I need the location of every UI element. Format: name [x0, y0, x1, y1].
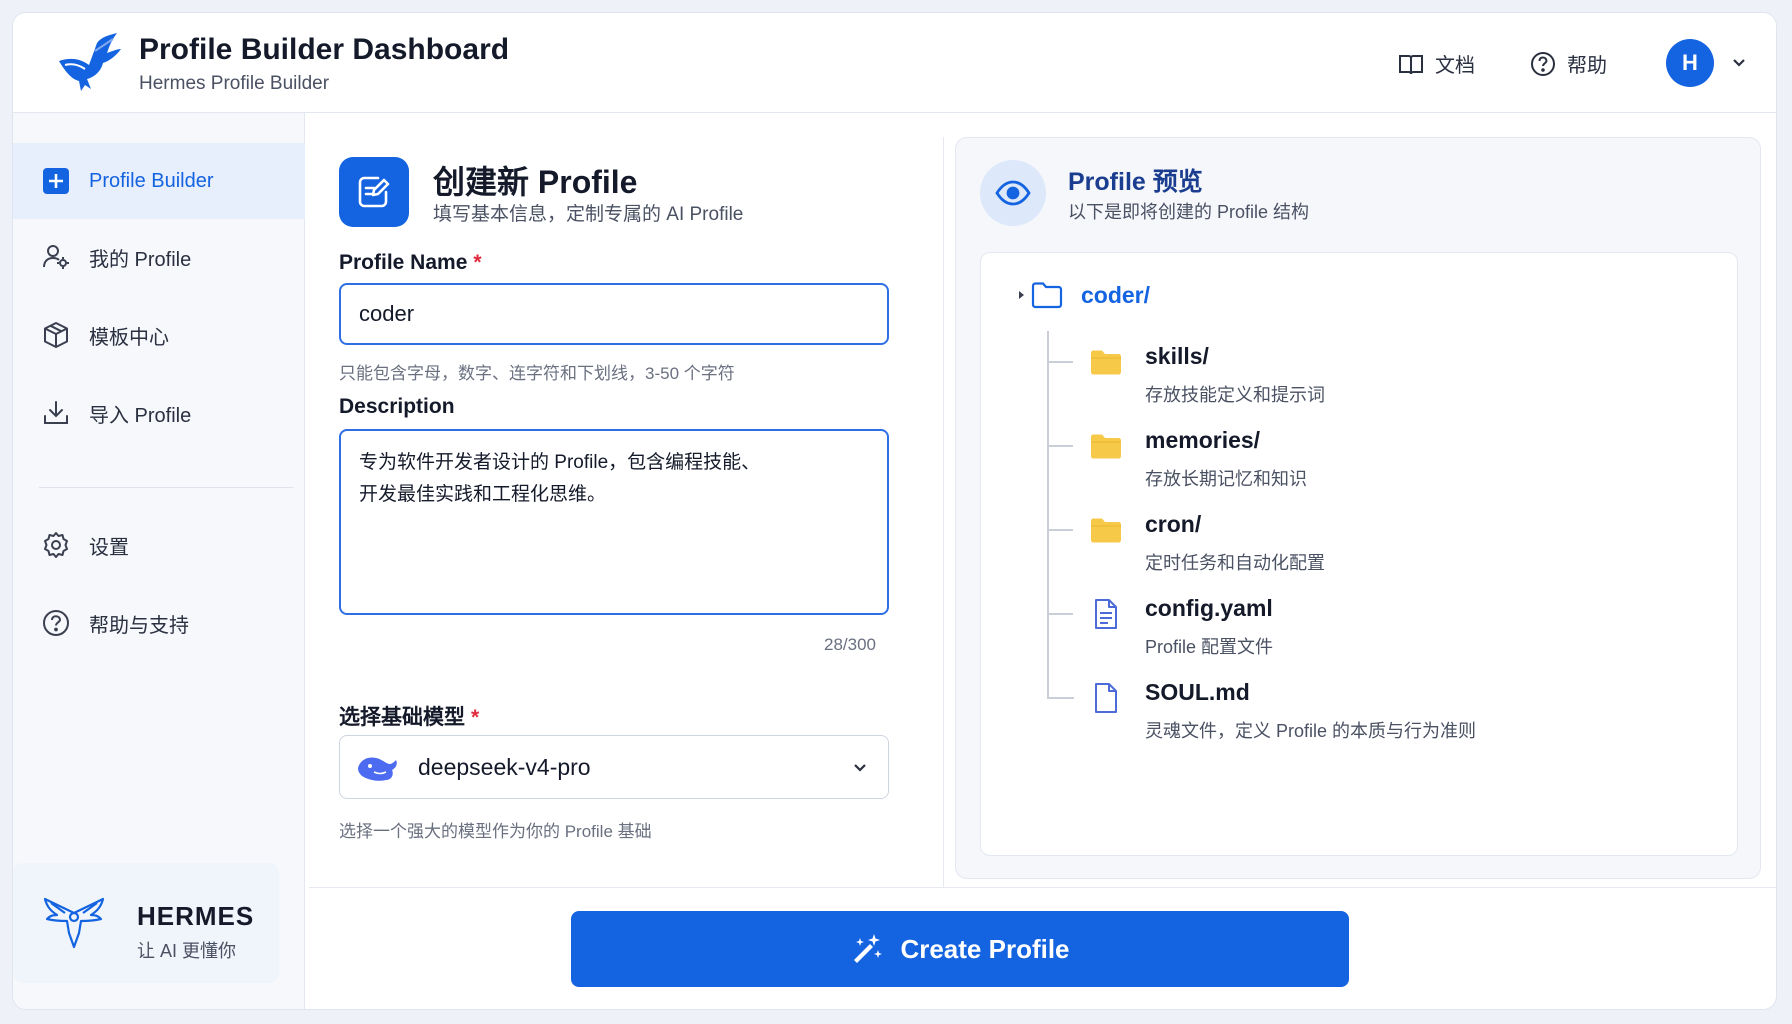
tree-root-folder[interactable]: coder/	[1015, 281, 1150, 309]
folder-icon	[1091, 350, 1121, 375]
folder-outline-icon	[1031, 282, 1063, 309]
base-model-label-text: 选择基础模型	[339, 706, 465, 729]
deepseek-whale-icon	[358, 757, 397, 781]
brand-card: HERMES 让 AI 更懂你	[13, 863, 279, 983]
base-model-select[interactable]: deepseek-v4-pro	[339, 735, 889, 799]
profile-name-label: Profile Name *	[339, 251, 482, 275]
tree-branch-line	[1047, 445, 1073, 447]
sidebar-item-label: 设置	[89, 536, 129, 559]
sidebar-item-my-profile[interactable]: 我的 Profile	[13, 219, 305, 295]
profile-name-hint: 只能包含字母，数字、连字符和下划线，3-50 个字符	[339, 364, 735, 383]
create-profile-button[interactable]: Create Profile	[571, 911, 1349, 987]
form-subtitle: 填写基本信息，定制专属的 AI Profile	[433, 204, 744, 225]
import-icon	[44, 401, 68, 424]
description-char-counter: 28/300	[824, 635, 876, 654]
sidebar-item-templates[interactable]: 模板中心	[13, 297, 305, 373]
file-icon	[1095, 683, 1117, 713]
file-text-icon	[1095, 599, 1117, 629]
brand-tagline: 让 AI 更懂你	[137, 941, 237, 961]
magic-wand-icon	[854, 934, 883, 963]
sidebar-item-label: 帮助与支持	[89, 614, 189, 637]
eye-icon	[980, 160, 1046, 226]
tree-branch-line	[1047, 361, 1073, 363]
tree-branch-line	[1047, 613, 1073, 615]
sidebar-item-import[interactable]: 导入 Profile	[13, 375, 305, 451]
description-textarea[interactable]: 专为软件开发者设计的 Profile，包含编程技能、 开发最佳实践和工程化思维。	[339, 429, 889, 615]
base-model-hint: 选择一个强大的模型作为你的 Profile 基础	[339, 822, 652, 841]
form-title: 创建新 Profile	[433, 164, 638, 200]
cube-icon	[44, 322, 68, 348]
required-mark: *	[471, 706, 480, 729]
panel-divider	[943, 137, 944, 887]
node-desc: 存放技能定义和提示词	[1145, 385, 1325, 405]
sidebar-item-label: Profile Builder	[89, 169, 214, 192]
app-window: Profile Builder Dashboard Hermes Profile…	[12, 12, 1777, 1010]
docs-button[interactable]: 文档	[1397, 49, 1475, 78]
node-desc: Profile 配置文件	[1145, 637, 1274, 657]
node-name: SOUL.md	[1145, 679, 1250, 705]
help-button[interactable]: 帮助	[1529, 49, 1607, 78]
create-profile-label: Create Profile	[900, 933, 1070, 964]
help-circle-icon	[43, 610, 69, 636]
help-label: 帮助	[1567, 55, 1607, 77]
profile-preview-panel: Profile 预览 以下是即将创建的 Profile 结构 coder/ sk…	[955, 137, 1761, 879]
sidebar-item-label: 我的 Profile	[89, 248, 192, 271]
tree-node-memories[interactable]: memories/ 存放长期记忆和知识	[1047, 421, 1697, 497]
node-name: cron/	[1145, 511, 1202, 537]
sidebar-item-label: 导入 Profile	[89, 404, 192, 427]
plus-square-icon	[43, 168, 69, 194]
preview-title: Profile 预览	[1068, 168, 1203, 196]
hermes-bird-logo-icon	[59, 33, 121, 91]
collapse-arrow-icon[interactable]	[1015, 289, 1027, 301]
tree-node-soul-md[interactable]: SOUL.md 灵魂文件，定义 Profile 的本质与行为准则	[1047, 667, 1697, 749]
folder-icon	[1091, 518, 1121, 543]
help-circle-icon	[1531, 51, 1555, 76]
footer-divider	[309, 887, 1776, 888]
create-profile-form: 创建新 Profile 填写基本信息，定制专属的 AI Profile Prof…	[309, 137, 931, 887]
app-subtitle: Hermes Profile Builder	[139, 73, 330, 94]
app-title: Profile Builder Dashboard	[139, 33, 510, 66]
required-mark: *	[473, 251, 482, 274]
node-desc: 定时任务和自动化配置	[1145, 553, 1325, 573]
book-icon	[1399, 54, 1423, 74]
description-label: Description	[339, 395, 455, 418]
sidebar-item-help-support[interactable]: 帮助与支持	[13, 585, 305, 661]
header: Profile Builder Dashboard Hermes Profile…	[13, 13, 1776, 113]
file-tree: coder/ skills/ 存放技能定义和提示词 memories/ 存放长期…	[980, 252, 1738, 856]
node-name: skills/	[1145, 343, 1209, 369]
gear-icon	[44, 532, 68, 558]
tree-branch-line	[1047, 529, 1073, 531]
root-folder-name: coder/	[1081, 281, 1151, 308]
node-desc: 存放长期记忆和知识	[1145, 469, 1307, 489]
chevron-down-icon	[854, 764, 866, 772]
profile-name-label-text: Profile Name	[339, 251, 468, 274]
docs-label: 文档	[1435, 55, 1475, 77]
tree-corner-line	[1047, 667, 1074, 699]
sidebar: Profile Builder 我的 Profile 模板中心 导入 Profi…	[13, 113, 305, 1009]
node-name: memories/	[1145, 427, 1261, 453]
sidebar-item-label: 模板中心	[89, 326, 169, 349]
node-desc: 灵魂文件，定义 Profile 的本质与行为准则	[1145, 721, 1477, 741]
profile-name-input[interactable]	[339, 283, 889, 345]
brand-name: HERMES	[137, 901, 255, 931]
tree-node-config-yaml[interactable]: config.yaml Profile 配置文件	[1047, 589, 1697, 665]
hermes-winged-logo-icon	[43, 897, 105, 949]
users-icon	[43, 245, 69, 269]
selected-model-value: deepseek-v4-pro	[418, 754, 591, 780]
edit-form-icon	[339, 157, 409, 227]
tree-node-skills[interactable]: skills/ 存放技能定义和提示词	[1047, 337, 1697, 413]
folder-icon	[1091, 434, 1121, 459]
base-model-label: 选择基础模型 *	[339, 701, 479, 731]
sidebar-item-settings[interactable]: 设置	[13, 507, 305, 583]
user-avatar[interactable]: H	[1666, 39, 1714, 87]
sidebar-divider	[39, 487, 293, 488]
tree-node-cron[interactable]: cron/ 定时任务和自动化配置	[1047, 505, 1697, 581]
preview-subtitle: 以下是即将创建的 Profile 结构	[1068, 202, 1310, 222]
node-name: config.yaml	[1145, 595, 1273, 621]
sidebar-item-profile-builder[interactable]: Profile Builder	[13, 143, 305, 219]
chevron-down-icon[interactable]	[1729, 53, 1749, 73]
